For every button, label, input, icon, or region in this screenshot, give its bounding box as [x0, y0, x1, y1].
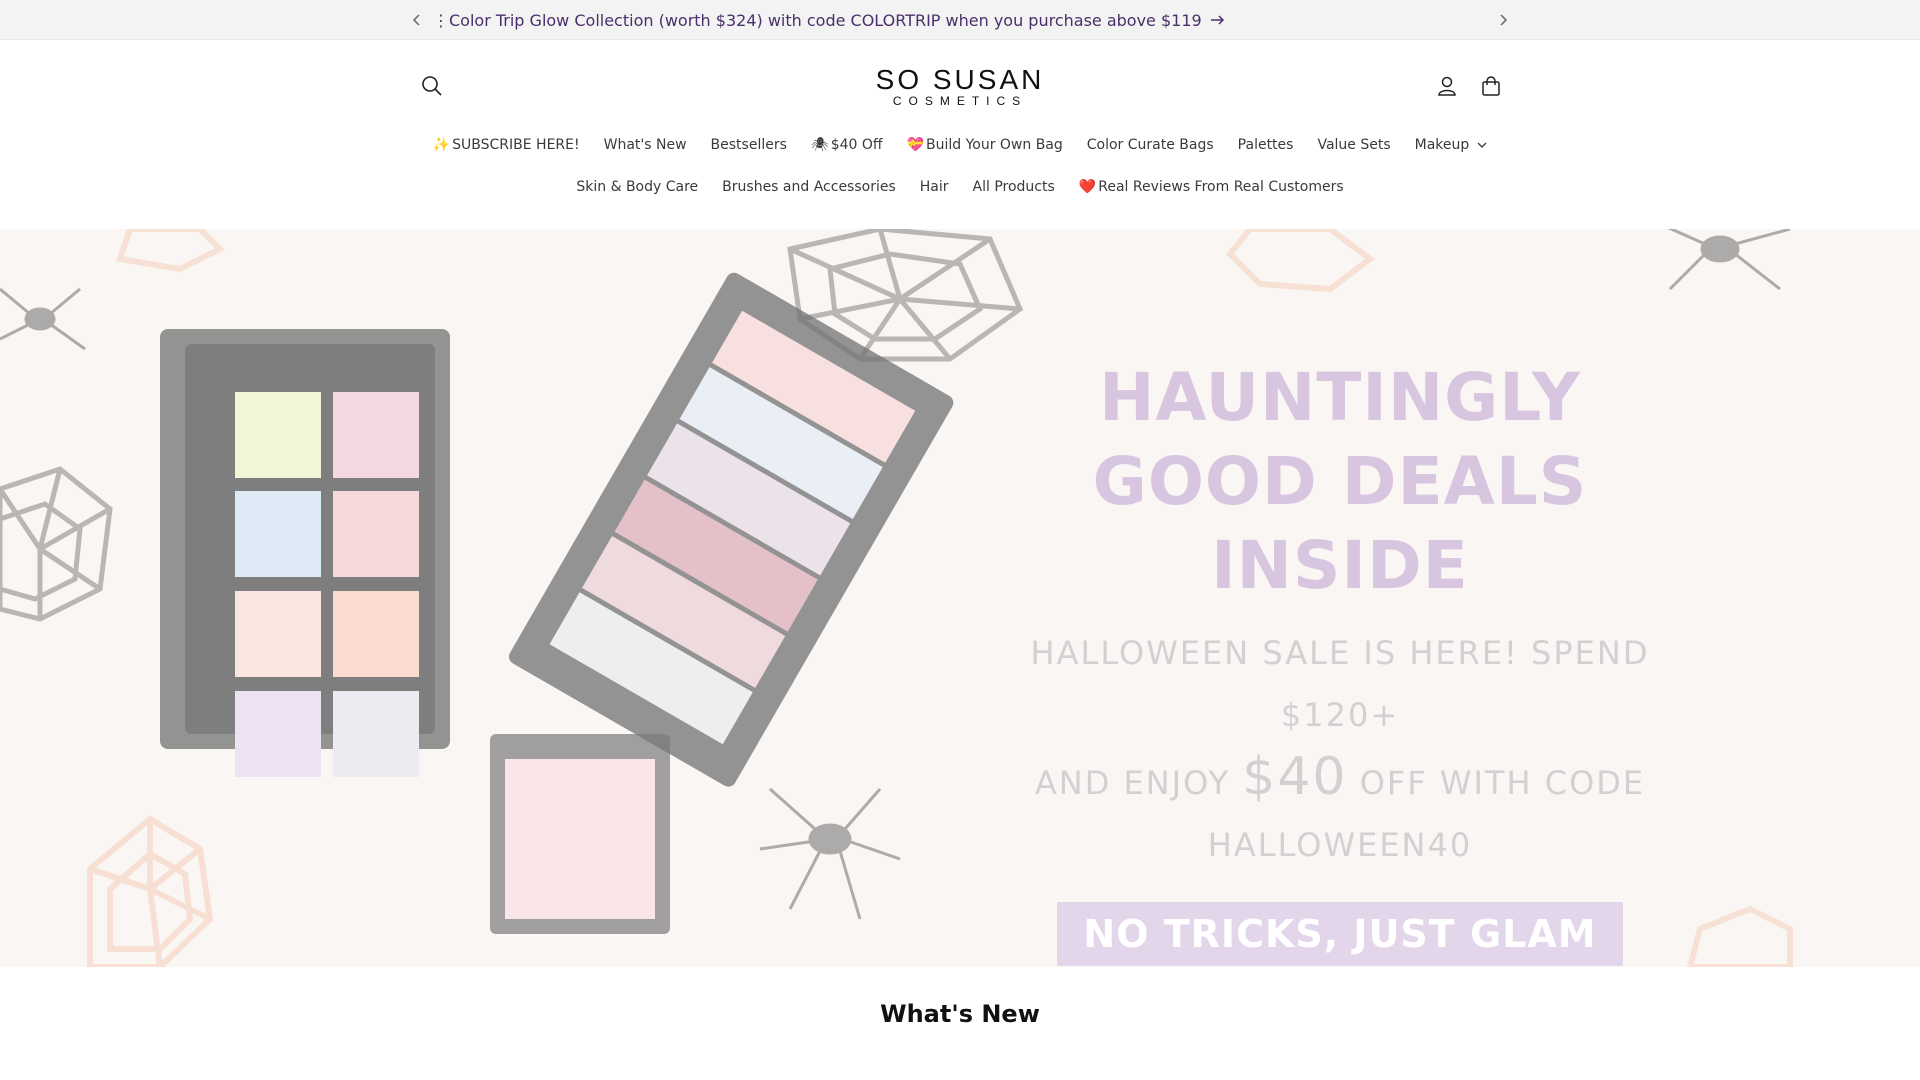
- main-nav-row-1: ✨ SUBSCRIBE HERE! What's New Bestsellers …: [0, 133, 1920, 157]
- nav-item-build-your-own-bag[interactable]: 💝 Build Your Own Bag: [895, 133, 1075, 157]
- bag-icon: [1482, 76, 1500, 96]
- hero-cta-button[interactable]: NO TRICKS, JUST GLAM: [1057, 902, 1623, 966]
- chevron-left-icon: [412, 14, 420, 26]
- announcement-link[interactable]: ⋮Color Trip Glow Collection (worth $324)…: [433, 0, 1489, 40]
- nav-label: $40 Off: [830, 137, 883, 153]
- arrow-right-icon: [1210, 14, 1226, 26]
- search-icon: [422, 76, 442, 96]
- section-title-whats-new: What's New: [880, 1000, 1040, 1028]
- nav-label: SUBSCRIBE HERE!: [452, 137, 580, 153]
- chevron-down-icon: [1477, 142, 1487, 149]
- search-button[interactable]: [414, 68, 450, 104]
- main-nav-row-2: Skin & Body Care Brushes and Accessories…: [0, 175, 1920, 199]
- account-button[interactable]: [1429, 68, 1465, 104]
- nav-label: All Products: [972, 179, 1055, 195]
- nav-label: Skin & Body Care: [576, 179, 699, 195]
- previous-announcement-button[interactable]: [403, 6, 431, 34]
- hero-content: HAUNTINGLY GOOD DEALS INSIDE HALLOWEEN S…: [975, 356, 1705, 966]
- nav-label: Makeup: [1414, 137, 1470, 153]
- nav-item-skin-body-care[interactable]: Skin & Body Care: [564, 175, 710, 199]
- nav-label: Brushes and Accessories: [722, 179, 896, 195]
- nav-item-40-off[interactable]: 🕷 $40 Off: [799, 133, 895, 157]
- hero-promo-code: HALLOWEEN40: [1207, 826, 1473, 864]
- spider-icon: 🕷: [810, 137, 829, 153]
- hero-body-line-2: AND ENJOY $40 OFF WITH CODE: [975, 746, 1705, 814]
- nav-label: Hair: [919, 179, 949, 195]
- nav-item-brushes-accessories[interactable]: Brushes and Accessories: [710, 175, 908, 199]
- sparkles-icon: ✨: [432, 137, 451, 153]
- nav-label: Bestsellers: [710, 137, 787, 153]
- hero-body-text: AND ENJOY: [1034, 764, 1231, 802]
- next-announcement-button[interactable]: [1489, 6, 1517, 34]
- hero-body-line-1: HALLOWEEN SALE IS HERE! SPEND $120+: [1030, 634, 1650, 734]
- hero-headline-line-1: HAUNTINGLY: [1099, 359, 1581, 436]
- hero-discount-amount: $40: [1242, 747, 1348, 807]
- nav-label: Value Sets: [1317, 137, 1391, 153]
- gift-heart-icon: 💝: [906, 137, 924, 153]
- nav-item-palettes[interactable]: Palettes: [1226, 133, 1306, 157]
- cart-button[interactable]: [1473, 68, 1509, 104]
- nav-item-all-products[interactable]: All Products: [961, 175, 1067, 199]
- nav-label: Palettes: [1237, 137, 1294, 153]
- hero-banner[interactable]: HAUNTINGLY GOOD DEALS INSIDE HALLOWEEN S…: [0, 229, 1920, 967]
- nav-label: Real Reviews From Real Customers: [1098, 179, 1344, 195]
- user-icon: [1438, 76, 1456, 96]
- hero-headline-line-2: GOOD DEALS INSIDE: [1092, 443, 1588, 604]
- nav-item-hair[interactable]: Hair: [908, 175, 961, 199]
- announcement-bar: ⋮Color Trip Glow Collection (worth $324)…: [0, 0, 1920, 40]
- hero-body-text: OFF WITH CODE: [1359, 764, 1646, 802]
- nav-item-subscribe[interactable]: ✨ SUBSCRIBE HERE!: [421, 133, 592, 157]
- nav-label: Build Your Own Bag: [925, 137, 1063, 153]
- logo-brand-text: SO SUSAN: [875, 64, 1045, 95]
- heart-icon: ❤️: [1078, 179, 1097, 195]
- nav-item-real-reviews[interactable]: ❤️ Real Reviews From Real Customers: [1067, 175, 1356, 199]
- logo-sub-text: COSMETICS: [892, 94, 1028, 108]
- nav-item-whats-new[interactable]: What's New: [592, 133, 699, 157]
- nav-label: What's New: [603, 137, 687, 153]
- nav-label: Color Curate Bags: [1086, 137, 1214, 153]
- nav-item-makeup[interactable]: Makeup: [1403, 133, 1500, 157]
- chevron-right-icon: [1500, 14, 1508, 26]
- nav-item-color-curate-bags[interactable]: Color Curate Bags: [1075, 133, 1226, 157]
- announcement-text: ⋮Color Trip Glow Collection (worth $324)…: [433, 10, 1202, 30]
- nav-item-value-sets[interactable]: Value Sets: [1305, 133, 1402, 157]
- logo[interactable]: SO SUSAN COSMETICS: [860, 64, 1060, 109]
- nav-item-bestsellers[interactable]: Bestsellers: [699, 133, 799, 157]
